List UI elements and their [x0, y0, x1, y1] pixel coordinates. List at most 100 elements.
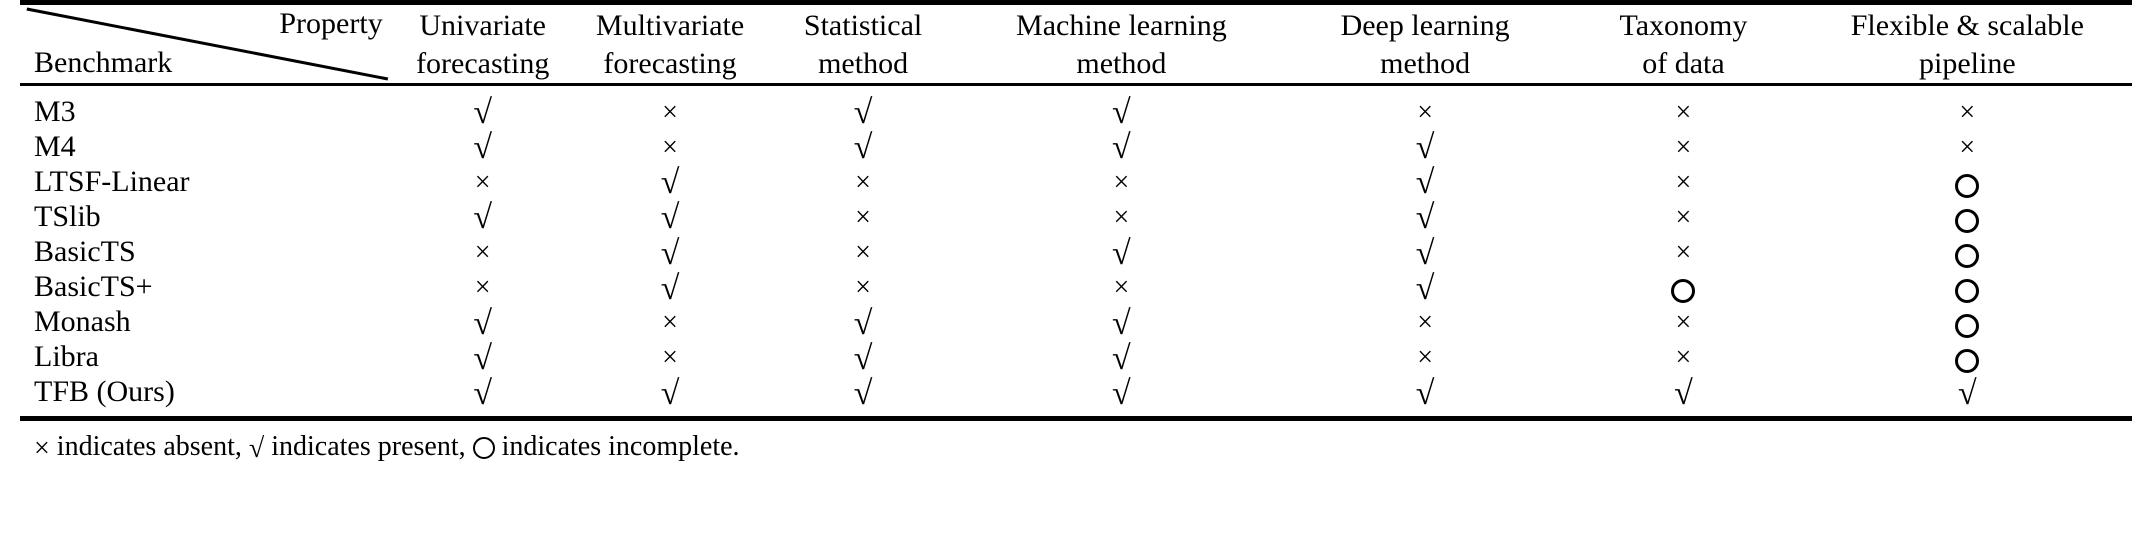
circle-icon — [472, 436, 495, 459]
cross-icon: × — [1675, 131, 1692, 163]
mark-cell-check: √ — [1286, 164, 1564, 202]
cross-icon: × — [1675, 166, 1692, 198]
benchmark-name-cell: M3 — [34, 94, 76, 128]
cross-icon: × — [1959, 96, 1976, 128]
column-header-line1: Univariate — [419, 9, 546, 42]
benchmark-name-cell: LTSF-Linear — [34, 164, 190, 198]
mark-cell-cross: × — [769, 164, 956, 199]
cross-icon: × — [1113, 201, 1130, 233]
mark-cell-check: √ — [1286, 234, 1564, 272]
check-icon: √ — [1112, 304, 1131, 342]
cross-icon: × — [1417, 307, 1434, 339]
mark-cell-cross: × — [1803, 85, 2132, 130]
benchmark-name-cell: BasicTS — [34, 234, 136, 268]
check-icon: √ — [1112, 94, 1131, 132]
column-header-line1: Machine learning — [1016, 9, 1227, 42]
mark-cell-check: √ — [571, 164, 770, 200]
table-row: M4 √ × √ √ √ × × — [20, 129, 2132, 167]
check-icon: √ — [1415, 164, 1435, 202]
cross-icon: × — [855, 237, 871, 269]
mark-cell-check: √ — [1286, 375, 1564, 419]
benchmark-name-cell: TSlib — [34, 199, 101, 233]
mark-cell-cross: × — [1564, 305, 1802, 340]
cross-icon: × — [474, 272, 491, 304]
mark-cell-cross: × — [769, 234, 956, 269]
mark-cell-check: √ — [1564, 375, 1802, 419]
check-icon: √ — [1112, 374, 1131, 412]
circle-icon — [1955, 173, 1980, 198]
mark-cell-check: √ — [769, 340, 956, 375]
cross-icon: × — [474, 237, 491, 269]
mark-cell-check: √ — [571, 234, 770, 270]
benchmark-name-cell: TFB (Ours) — [34, 375, 175, 409]
mark-cell-circle — [1803, 340, 2132, 375]
check-icon: √ — [248, 432, 265, 464]
check-icon: √ — [853, 94, 873, 132]
mark-cell-circle — [1803, 270, 2132, 305]
column-header-line1: Flexible & scalable — [1850, 9, 2084, 42]
cross-icon: × — [1675, 342, 1692, 374]
column-header-line2: method — [1076, 47, 1167, 80]
mark-cell-check: √ — [769, 375, 956, 419]
mark-cell-circle — [1564, 270, 1802, 305]
cross-icon: × — [1959, 131, 1976, 163]
comparison-table-figure: Property Benchmark Univariate forecastin… — [0, 0, 2152, 542]
column-header-line1: Multivariate — [595, 9, 745, 42]
table-row: TSlib √ √ × × √ × — [20, 199, 2132, 237]
mark-cell-check: √ — [395, 305, 571, 340]
check-icon: √ — [1415, 129, 1435, 167]
cross-icon: × — [662, 131, 678, 163]
benchmark-comparison-table: Property Benchmark Univariate forecastin… — [20, 0, 2132, 421]
column-header-line1: Statistical — [803, 9, 923, 42]
check-icon: √ — [473, 374, 493, 412]
mark-cell-check: √ — [957, 340, 1286, 375]
column-header-line2: method — [818, 47, 909, 80]
benchmark-name-cell: Monash — [34, 305, 131, 339]
mark-cell-cross: × — [1803, 129, 2132, 164]
check-icon: √ — [1415, 199, 1435, 237]
column-header-univariate-forecasting: Univariate forecasting — [395, 3, 571, 85]
mark-cell-check: √ — [1286, 129, 1564, 167]
cross-icon: × — [34, 432, 50, 464]
mark-cell-cross: × — [1564, 199, 1802, 234]
check-icon: √ — [473, 199, 493, 237]
corner-property-label: Property — [279, 7, 383, 40]
mark-cell-check: √ — [769, 85, 956, 130]
cross-icon: × — [1417, 96, 1434, 128]
table-row: Monash √ × √ √ × × — [20, 305, 2132, 340]
mark-cell-circle — [1803, 305, 2132, 340]
check-icon: √ — [853, 374, 873, 412]
table-header: Property Benchmark Univariate forecastin… — [20, 2, 2132, 85]
check-icon: √ — [1674, 374, 1693, 412]
mark-cell-check: √ — [395, 375, 571, 419]
column-header-deep-learning-method: Deep learning method — [1286, 3, 1564, 85]
mark-cell-cross: × — [571, 305, 770, 340]
mark-cell-check: √ — [1286, 270, 1564, 305]
check-icon: √ — [473, 304, 493, 342]
table-row: BasicTS+ × √ × × √ — [20, 270, 2132, 305]
column-header-line2: of data — [1642, 47, 1725, 80]
circle-icon — [1955, 314, 1980, 339]
corner-split-header: Property Benchmark — [20, 3, 395, 85]
mark-cell-check: √ — [957, 375, 1286, 419]
mark-cell-check: √ — [571, 199, 770, 235]
circle-icon — [1955, 208, 1980, 233]
cross-icon: × — [1113, 272, 1130, 304]
footnote-present-text: indicates present, — [264, 430, 473, 462]
table-row: BasicTS × √ × √ √ × — [20, 234, 2132, 272]
check-icon: √ — [1415, 234, 1435, 272]
column-header-machine-learning-method: Machine learning method — [957, 3, 1286, 85]
column-header-line1: Deep learning — [1340, 9, 1510, 42]
mark-cell-cross: × — [769, 199, 956, 234]
cross-icon: × — [855, 166, 871, 198]
corner-benchmark-label: Benchmark — [34, 46, 173, 79]
column-header-flexible-scalable-pipeline: Flexible & scalable pipeline — [1803, 3, 2132, 85]
column-header-statistical-method: Statistical method — [769, 3, 956, 85]
circle-icon — [1955, 349, 1980, 374]
mark-cell-check: √ — [957, 129, 1286, 165]
mark-cell-check: √ — [957, 85, 1286, 130]
column-header-line2: forecasting — [416, 47, 550, 80]
circle-icon — [1955, 279, 1980, 304]
mark-cell-cross: × — [957, 199, 1286, 234]
cross-icon: × — [662, 307, 678, 339]
